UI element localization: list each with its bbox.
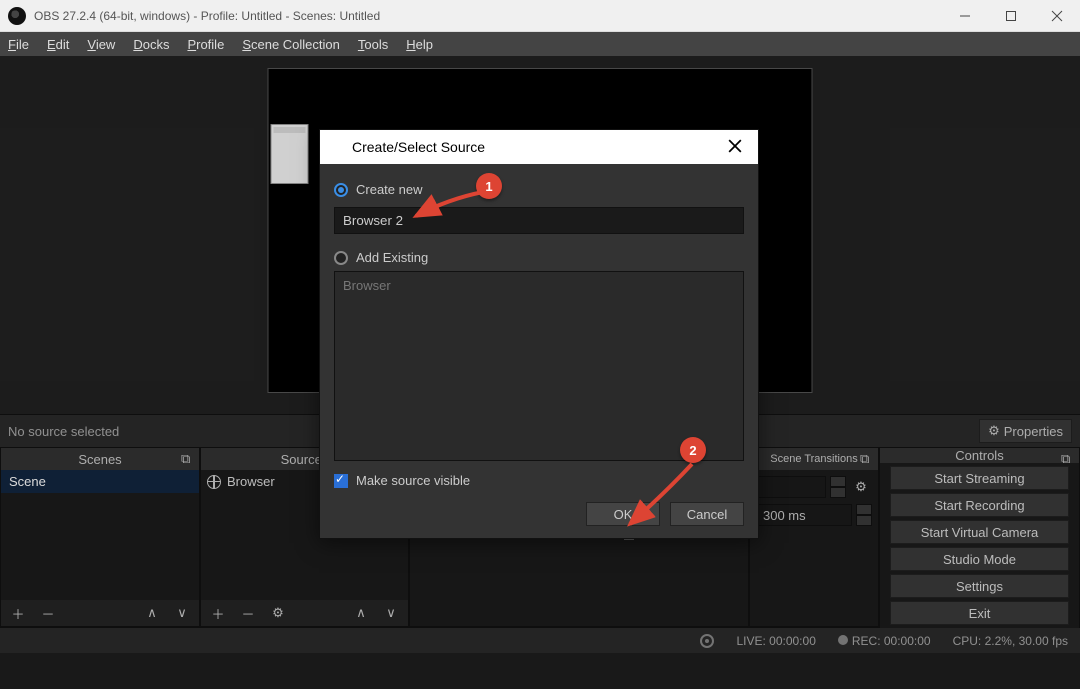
create-new-radio[interactable]: Create new — [334, 182, 744, 197]
maximize-button[interactable] — [988, 0, 1034, 32]
menu-tools[interactable]: Tools — [358, 37, 388, 52]
menubar: File Edit View Docks Profile Scene Colle… — [0, 32, 1080, 56]
cancel-button[interactable]: Cancel — [670, 502, 744, 526]
menu-docks[interactable]: Docks — [133, 37, 169, 52]
create-new-label: Create new — [356, 182, 422, 197]
radio-on-icon — [334, 183, 348, 197]
app-logo-icon — [8, 7, 26, 25]
existing-source-item: Browser — [343, 278, 735, 293]
checkbox-checked-icon — [334, 474, 348, 488]
window-titlebar: OBS 27.2.4 (64-bit, windows) - Profile: … — [0, 0, 1080, 32]
annotation-badge-2: 2 — [680, 437, 706, 463]
existing-source-list[interactable]: Browser — [334, 271, 744, 461]
close-button[interactable] — [1034, 0, 1080, 32]
radio-off-icon — [334, 251, 348, 265]
make-visible-label: Make source visible — [356, 473, 470, 488]
menu-profile[interactable]: Profile — [187, 37, 224, 52]
create-select-source-dialog: Create/Select Source Create new Add Exis… — [319, 129, 759, 539]
dialog-close-button[interactable] — [720, 139, 750, 156]
source-name-input[interactable] — [334, 207, 744, 234]
dialog-titlebar: Create/Select Source — [320, 130, 758, 164]
make-visible-checkbox-row[interactable]: Make source visible — [334, 473, 744, 488]
menu-help[interactable]: Help — [406, 37, 433, 52]
minimize-button[interactable] — [942, 0, 988, 32]
app-logo-icon — [328, 139, 344, 155]
add-existing-label: Add Existing — [356, 250, 428, 265]
menu-edit[interactable]: Edit — [47, 37, 69, 52]
dialog-title: Create/Select Source — [352, 139, 485, 155]
annotation-badge-1: 1 — [476, 173, 502, 199]
ok-button[interactable]: OK — [586, 502, 660, 526]
menu-scene-collection[interactable]: Scene Collection — [242, 37, 340, 52]
menu-file[interactable]: File — [8, 37, 29, 52]
window-title: OBS 27.2.4 (64-bit, windows) - Profile: … — [34, 9, 942, 23]
add-existing-radio[interactable]: Add Existing — [334, 250, 744, 265]
menu-view[interactable]: View — [87, 37, 115, 52]
